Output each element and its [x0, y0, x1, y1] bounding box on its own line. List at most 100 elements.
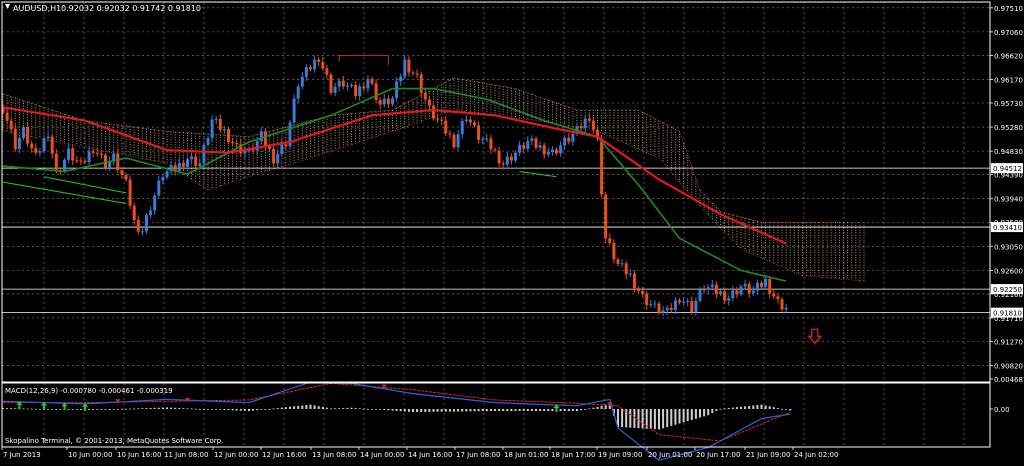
candle-body[interactable] — [136, 220, 140, 232]
candle-body[interactable] — [641, 291, 645, 294]
candle-body[interactable] — [145, 215, 148, 232]
candle-body[interactable] — [395, 81, 399, 99]
candle-body[interactable] — [186, 159, 189, 167]
candle-body[interactable] — [673, 300, 677, 310]
candle-body[interactable] — [157, 180, 161, 196]
candle-body[interactable] — [468, 119, 472, 123]
candle-body[interactable] — [714, 284, 718, 294]
candle-body[interactable] — [403, 59, 407, 77]
candle-body[interactable] — [386, 98, 390, 105]
candle-body[interactable] — [243, 150, 247, 154]
candle-body[interactable] — [452, 134, 456, 148]
candle-body[interactable] — [370, 78, 374, 84]
candle-body[interactable] — [583, 118, 587, 129]
candle-body[interactable] — [473, 122, 476, 126]
candle-body[interactable] — [235, 143, 239, 145]
candle-body[interactable] — [153, 195, 157, 211]
candle-body[interactable] — [702, 289, 706, 291]
candle-body[interactable] — [784, 307, 788, 310]
candle-body[interactable] — [272, 148, 276, 164]
candle-body[interactable] — [591, 120, 595, 130]
candle-body[interactable] — [300, 76, 304, 87]
candle-body[interactable] — [710, 284, 714, 288]
candle-body[interactable] — [514, 152, 517, 161]
candle-body[interactable] — [63, 159, 66, 172]
candle-body[interactable] — [477, 125, 481, 140]
candle-body[interactable] — [321, 61, 325, 69]
candle-body[interactable] — [444, 120, 448, 134]
candle-body[interactable] — [231, 142, 235, 144]
candle-body[interactable] — [772, 293, 776, 297]
candle-body[interactable] — [731, 290, 735, 299]
candle-body[interactable] — [755, 282, 759, 291]
candle-body[interactable] — [747, 283, 751, 294]
candle-body[interactable] — [358, 86, 362, 97]
candle-body[interactable] — [34, 148, 38, 153]
candle-body[interactable] — [350, 84, 353, 86]
candle-body[interactable] — [464, 119, 468, 122]
candle-body[interactable] — [75, 160, 79, 162]
candle-body[interactable] — [661, 310, 665, 313]
candle-body[interactable] — [653, 303, 657, 305]
candle-body[interactable] — [522, 144, 526, 149]
candle-body[interactable] — [682, 301, 686, 303]
candle-body[interactable] — [727, 298, 731, 301]
candle-body[interactable] — [325, 68, 329, 75]
candle-body[interactable] — [5, 112, 9, 121]
candle-body[interactable] — [555, 149, 558, 154]
candle-body[interactable] — [222, 129, 226, 131]
candle-body[interactable] — [120, 170, 124, 175]
candle-body[interactable] — [354, 84, 358, 97]
candle-body[interactable] — [530, 138, 534, 141]
candle-body[interactable] — [104, 154, 107, 168]
candle-body[interactable] — [128, 179, 132, 206]
candle-body[interactable] — [54, 153, 58, 171]
candle-body[interactable] — [333, 86, 337, 93]
candle-body[interactable] — [38, 151, 42, 153]
candle-body[interactable] — [481, 139, 485, 141]
candle-body[interactable] — [460, 121, 464, 135]
candle-body[interactable] — [719, 291, 722, 294]
candle-body[interactable] — [415, 73, 419, 75]
candle-body[interactable] — [706, 287, 710, 290]
candle-body[interactable] — [489, 138, 493, 150]
candle-body[interactable] — [493, 149, 497, 151]
candle-body[interactable] — [22, 127, 25, 139]
candle-body[interactable] — [276, 153, 280, 164]
candle-body[interactable] — [210, 119, 214, 139]
candle-body[interactable] — [313, 59, 317, 70]
candle-body[interactable] — [600, 138, 604, 195]
candle-body[interactable] — [304, 67, 308, 77]
candle-body[interactable] — [690, 301, 694, 313]
candle-body[interactable] — [362, 86, 366, 89]
candle-body[interactable] — [501, 163, 505, 165]
candle-body[interactable] — [399, 76, 403, 82]
candle-body[interactable] — [485, 138, 489, 140]
candle-body[interactable] — [760, 282, 763, 287]
candle-body[interactable] — [263, 131, 267, 146]
candle-body[interactable] — [46, 136, 50, 139]
candle-body[interactable] — [432, 105, 435, 119]
candle-body[interactable] — [542, 145, 546, 155]
candle-body[interactable] — [190, 156, 194, 160]
candle-body[interactable] — [497, 150, 501, 164]
candle-body[interactable] — [83, 160, 87, 162]
candle-body[interactable] — [280, 144, 284, 154]
candle-body[interactable] — [559, 145, 563, 154]
candle-body[interactable] — [723, 291, 727, 301]
candle-body[interactable] — [448, 133, 452, 135]
candle-body[interactable] — [419, 74, 423, 93]
candle-body[interactable] — [645, 293, 649, 305]
candle-body[interactable] — [534, 138, 538, 148]
candle-body[interactable] — [194, 156, 198, 166]
candle-body[interactable] — [427, 99, 431, 106]
candle-body[interactable] — [17, 138, 21, 149]
candle-body[interactable] — [140, 231, 144, 233]
candle-body[interactable] — [259, 131, 263, 141]
candle-body[interactable] — [407, 59, 411, 73]
candle-body[interactable] — [296, 86, 300, 99]
candle-body[interactable] — [309, 67, 312, 70]
candle-body[interactable] — [378, 99, 382, 105]
candle-body[interactable] — [735, 290, 739, 295]
candle-body[interactable] — [567, 137, 571, 142]
